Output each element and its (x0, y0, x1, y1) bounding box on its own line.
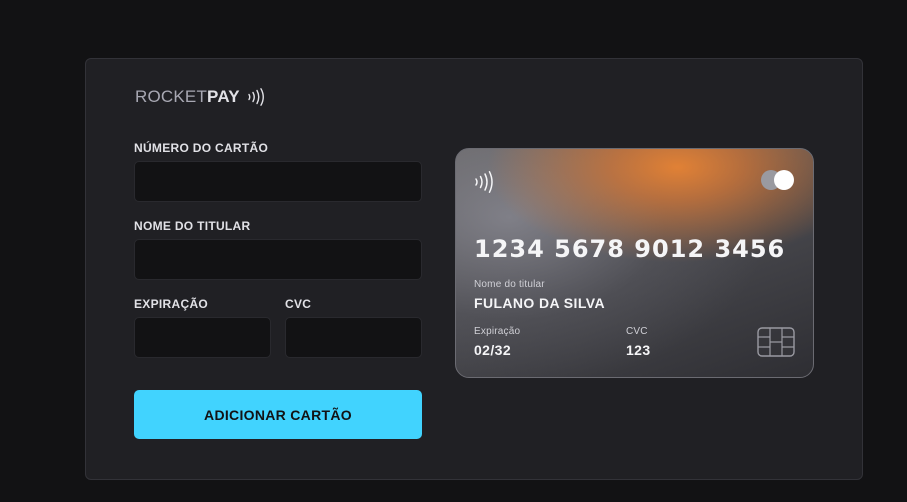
expiration-label: EXPIRAÇÃO (134, 297, 209, 311)
card-cvc-caption: CVC (626, 326, 648, 337)
card-holder-caption: Nome do titular (474, 279, 545, 290)
chip-icon (757, 327, 795, 362)
card-number-display: 1234 5678 9012 3456 (474, 235, 786, 263)
cvc-input[interactable] (285, 317, 422, 358)
card-number-label: NÚMERO DO CARTÃO (134, 141, 269, 155)
card-expiration-caption: Expiração (474, 326, 521, 337)
logo-rocket-text: ROCKET (135, 87, 208, 106)
add-card-button[interactable]: ADICIONAR CARTÃO (134, 390, 422, 439)
card-expiration-value: 02/32 (474, 342, 512, 358)
cvc-label: CVC (285, 297, 312, 311)
contactless-icon (246, 88, 266, 106)
expiration-input[interactable] (134, 317, 271, 358)
card-cvc-value: 123 (626, 342, 651, 358)
card-contactless-icon (474, 171, 496, 198)
card-number-input[interactable] (134, 161, 422, 202)
add-card-panel: ROCKET PAY NÚMERO DO CARTÃO NOME DO TITUL… (85, 58, 863, 480)
card-holder-name: FULANO DA SILVA (474, 295, 605, 311)
logo-pay-text: PAY (207, 87, 240, 106)
card-brand-icon (761, 170, 795, 190)
credit-card-preview: 1234 5678 9012 3456 Nome do titular FULA… (455, 148, 814, 378)
holder-name-input[interactable] (134, 239, 422, 280)
holder-name-label: NOME DO TITULAR (134, 219, 251, 233)
rocketpay-logo: ROCKET PAY (135, 87, 266, 107)
